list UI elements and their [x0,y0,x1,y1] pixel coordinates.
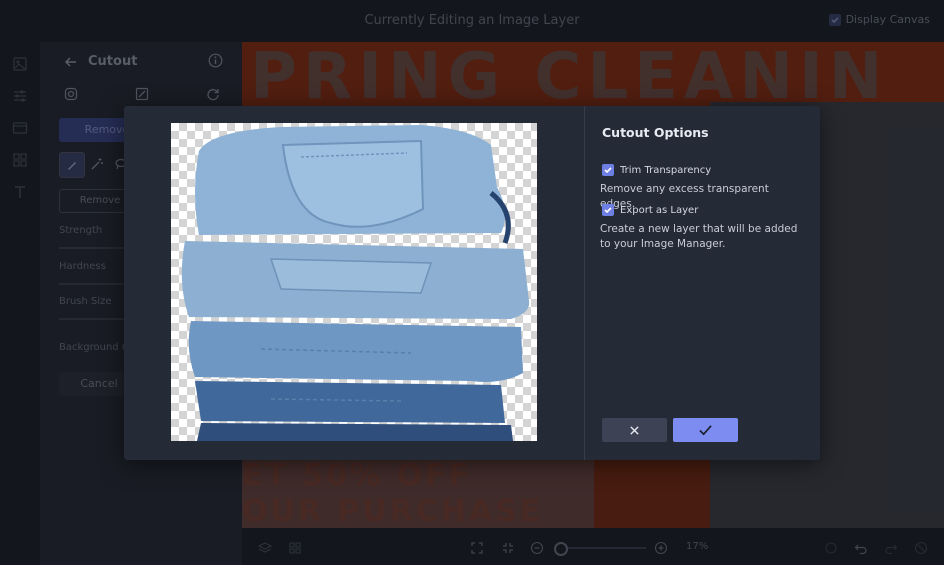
check-icon [699,424,712,435]
modal-cancel-button[interactable] [602,418,667,442]
export-as-layer-description: Create a new layer that will be added to… [600,223,798,250]
export-as-layer-option: Export as Layer Create a new layer that … [600,204,800,252]
cutout-options-modal: Cutout Options Trim Transparency Remove … [124,106,820,460]
export-as-layer-checkbox[interactable] [602,204,614,216]
export-as-layer-label: Export as Layer [620,204,699,216]
modal-title: Cutout Options [602,125,709,140]
trim-transparency-checkbox[interactable] [602,164,614,176]
cutout-preview-image [171,123,537,441]
close-icon [630,425,639,435]
trim-transparency-label: Trim Transparency [620,164,712,176]
modal-divider [584,106,585,460]
modal-confirm-button[interactable] [673,418,738,442]
